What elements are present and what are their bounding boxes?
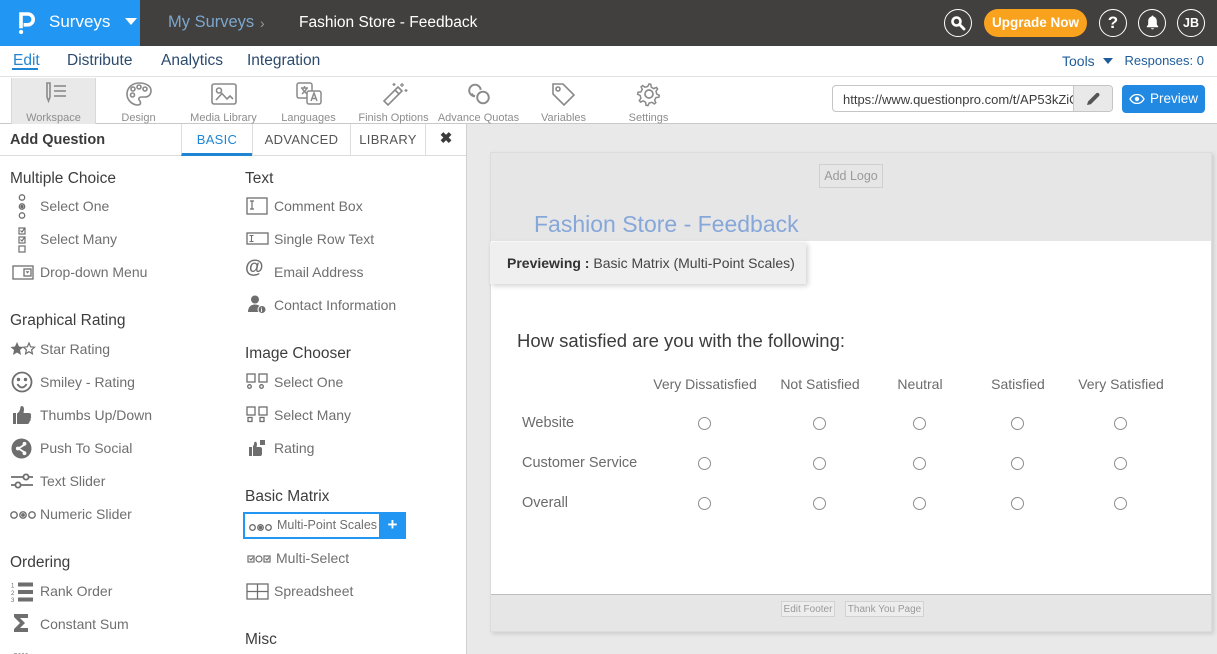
svg-text:2: 2 (11, 591, 15, 597)
svg-text:i: i (261, 307, 263, 314)
svg-text:1: 1 (11, 584, 15, 590)
svg-text:3: 3 (11, 598, 15, 602)
